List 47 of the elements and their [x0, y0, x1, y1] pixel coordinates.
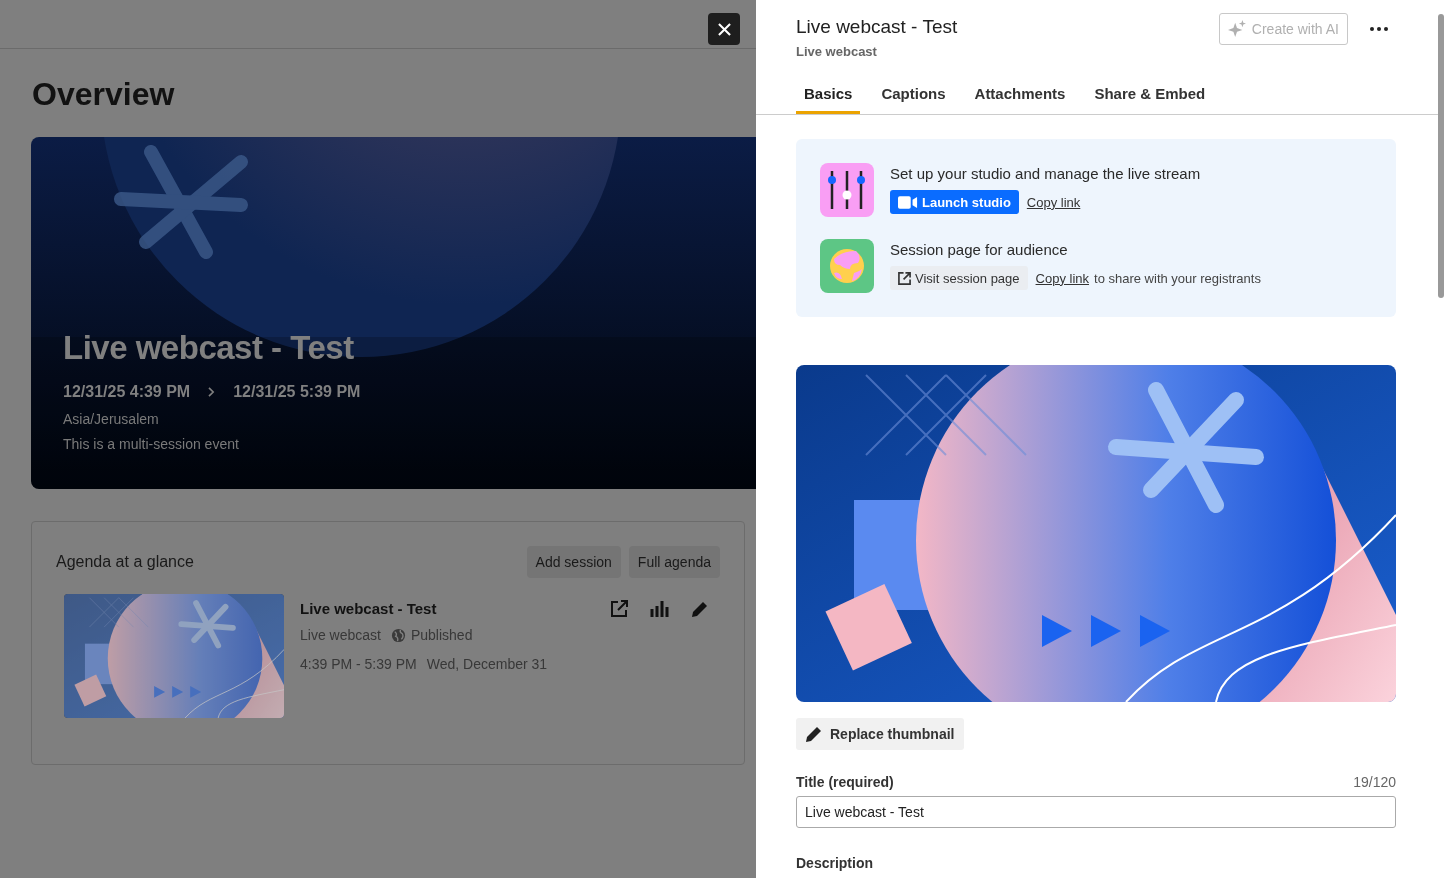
panel-title: Live webcast - Test: [796, 16, 958, 38]
scrollbar[interactable]: [1438, 14, 1444, 298]
session-status: Published: [410, 627, 473, 643]
replace-thumbnail-button[interactable]: Replace thumbnail: [796, 718, 965, 750]
globe-icon: [390, 627, 406, 643]
tab[interactable]: Captions: [873, 76, 954, 114]
title-input-field[interactable]: Live webcast - Test: [796, 796, 1396, 828]
tab[interactable]: Basics: [796, 76, 861, 114]
session-title: Live webcast - Test: [300, 600, 438, 617]
globe-icon: [820, 239, 874, 293]
session-type: Live webcast: [300, 627, 381, 643]
close-icon: [717, 22, 731, 36]
field-label: Description: [796, 855, 874, 871]
end-time: 12/31/25 5:39 PM: [233, 383, 361, 401]
link-hint: to share with your registrants: [1094, 270, 1261, 286]
start-time: 12/31/25 4:39 PM: [63, 383, 191, 401]
close-button[interactable]: [708, 13, 740, 45]
panel-subtitle: Live webcast: [796, 44, 878, 59]
session-time: 4:39 PM - 5:39 PM: [300, 656, 417, 672]
event-title: Live webcast - Test: [63, 329, 355, 367]
field-label: Title (required): [796, 774, 894, 790]
action-heading: Session page for audience: [890, 241, 1069, 258]
event-note: This is a multi-session event: [63, 436, 240, 452]
external-link-icon[interactable]: [610, 600, 628, 618]
external-link-icon: [898, 271, 911, 285]
action-heading: Set up your studio and manage the live stream: [890, 165, 1201, 182]
video-camera-icon: [898, 195, 918, 209]
copy-link[interactable]: Copy link: [1026, 194, 1081, 210]
page-heading: Overview: [32, 75, 176, 113]
chevron-icon: [208, 387, 216, 397]
bar-chart-icon[interactable]: [650, 601, 670, 617]
tab[interactable]: Share & Embed: [1086, 76, 1214, 114]
tab[interactable]: Attachments: [966, 76, 1074, 114]
launch-studio-button[interactable]: Launch studio: [890, 190, 1019, 214]
more-options-icon[interactable]: [1370, 27, 1388, 31]
timezone: Asia/Jerusalem: [63, 411, 160, 427]
copy-link[interactable]: Copy link: [1035, 270, 1089, 286]
pencil-icon: [806, 726, 822, 742]
visit-session-page-button[interactable]: Visit session page: [890, 266, 1028, 290]
agenda-title: Agenda at a glance: [56, 553, 194, 571]
agenda-button[interactable]: Add session: [526, 546, 621, 578]
agenda-button[interactable]: Full agenda: [628, 546, 720, 578]
character-counter: 19/120: [1353, 774, 1396, 790]
session-date: Wed, December 31: [426, 656, 548, 672]
pencil-icon[interactable]: [692, 601, 708, 617]
sliders-icon: [820, 163, 874, 217]
sparkle-icon: [1227, 20, 1246, 38]
